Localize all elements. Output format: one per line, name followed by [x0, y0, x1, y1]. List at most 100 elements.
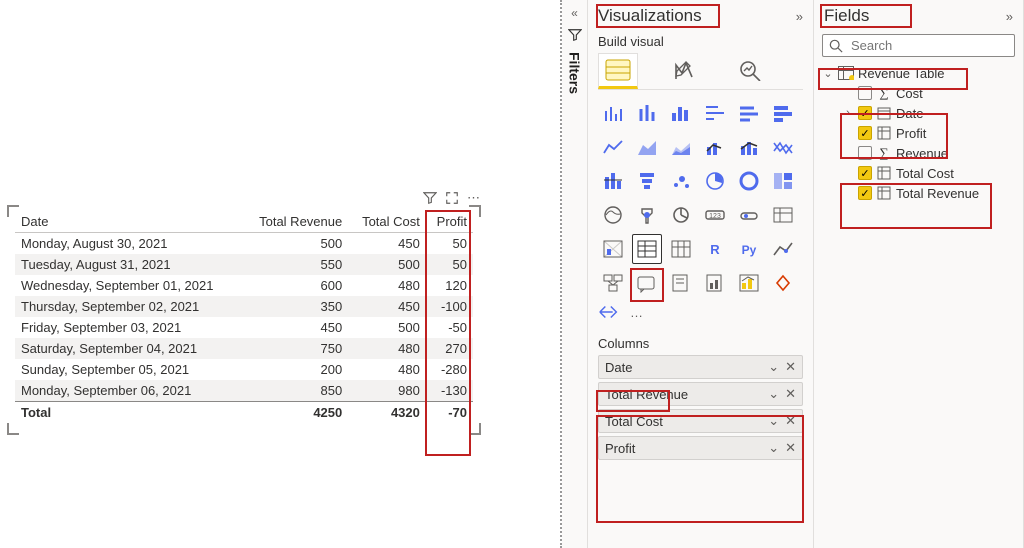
viz-type-item[interactable]	[598, 166, 628, 196]
viz-type-table[interactable]	[632, 234, 662, 264]
chevron-down-icon[interactable]: ⌄	[768, 359, 779, 375]
viz-type-item[interactable]	[768, 268, 798, 298]
collapse-fields-icon[interactable]: »	[1006, 9, 1013, 24]
remove-field-icon[interactable]: ✕	[785, 386, 796, 402]
field-checkbox[interactable]	[858, 86, 872, 100]
viz-type-item[interactable]	[734, 200, 764, 230]
viz-type-item[interactable]	[700, 166, 730, 196]
columns-well-item[interactable]: Total Cost⌄✕	[598, 409, 803, 433]
table-row[interactable]: Tuesday, August 31, 202155050050	[15, 254, 473, 275]
viz-type-item[interactable]	[734, 132, 764, 162]
remove-field-icon[interactable]: ✕	[785, 413, 796, 429]
expand-icon[interactable]: ›	[842, 107, 854, 119]
viz-type-item[interactable]	[666, 234, 696, 264]
viz-type-item[interactable]	[632, 268, 662, 298]
columns-well-item[interactable]: Date⌄✕	[598, 355, 803, 379]
viz-type-item[interactable]: 123	[700, 200, 730, 230]
table-row[interactable]: Thursday, September 02, 2021350450-100	[15, 296, 473, 317]
viz-type-item[interactable]	[632, 166, 662, 196]
table-row[interactable]: Friday, September 03, 2021450500-50	[15, 317, 473, 338]
viz-type-item[interactable]	[768, 166, 798, 196]
field-item[interactable]: ∑Revenue	[820, 143, 1017, 163]
viz-type-item[interactable]	[768, 132, 798, 162]
table-cell: 200	[242, 359, 348, 380]
col-header-date[interactable]: Date	[15, 211, 242, 233]
selection-handle[interactable]	[7, 423, 19, 435]
analytics-tab[interactable]	[730, 53, 770, 89]
selection-handle[interactable]	[7, 205, 19, 217]
format-visual-tab[interactable]	[664, 53, 704, 89]
field-item[interactable]: ∑Cost	[820, 83, 1017, 103]
viz-type-item[interactable]	[768, 234, 798, 264]
report-canvas[interactable]: ⋯ Date Total Revenue Total Cost Profit	[0, 0, 562, 548]
viz-type-item[interactable]	[666, 166, 696, 196]
table-row[interactable]: Monday, August 30, 202150045050	[15, 233, 473, 255]
viz-type-item[interactable]	[666, 98, 696, 128]
viz-type-item[interactable]	[768, 98, 798, 128]
collapse-viz-icon[interactable]: »	[796, 9, 803, 24]
build-visual-tab[interactable]	[598, 53, 638, 89]
viz-type-item[interactable]	[666, 268, 696, 298]
field-checkbox[interactable]: ✓	[858, 106, 872, 120]
field-item[interactable]: ✓Profit	[820, 123, 1017, 143]
expand-icon[interactable]: ⌄	[822, 67, 834, 80]
remove-field-icon[interactable]: ✕	[785, 440, 796, 456]
field-item[interactable]: ›✓Date	[820, 103, 1017, 123]
search-icon	[829, 39, 843, 53]
focus-mode-icon[interactable]	[444, 190, 460, 206]
field-checkbox[interactable]: ✓	[858, 186, 872, 200]
fields-search[interactable]	[822, 34, 1015, 57]
table-row[interactable]: Wednesday, September 01, 2021600480120	[15, 275, 473, 296]
viz-type-item[interactable]	[734, 98, 764, 128]
table-row[interactable]: Sunday, September 05, 2021200480-280	[15, 359, 473, 380]
columns-well-item[interactable]: Total Revenue ⌄ ✕	[598, 382, 803, 406]
filter-icon[interactable]	[422, 190, 438, 206]
filters-pane-collapsed[interactable]: « Filters	[562, 0, 588, 548]
viz-type-item[interactable]	[598, 98, 628, 128]
viz-type-item[interactable]	[734, 166, 764, 196]
viz-type-item[interactable]	[632, 200, 662, 230]
chevron-down-icon[interactable]: ⌄	[768, 386, 779, 402]
table-row[interactable]: Monday, September 06, 2021850980-130	[15, 380, 473, 402]
field-checkbox[interactable]	[858, 146, 872, 160]
col-header-profit[interactable]: Profit	[426, 211, 473, 233]
more-options-icon[interactable]: ⋯	[466, 190, 482, 206]
field-checkbox[interactable]: ✓	[858, 166, 872, 180]
chevron-down-icon[interactable]: ⌄	[768, 413, 779, 429]
remove-field-icon[interactable]: ✕	[785, 359, 796, 375]
viz-type-item[interactable]	[632, 132, 662, 162]
col-header-total-cost[interactable]: Total Cost	[348, 211, 426, 233]
col-header-total-revenue[interactable]: Total Revenue	[242, 211, 348, 233]
viz-type-item[interactable]	[598, 132, 628, 162]
sigma-icon: ∑	[876, 85, 892, 101]
viz-type-item[interactable]: Py	[734, 234, 764, 264]
table-row[interactable]: Saturday, September 04, 2021750480270	[15, 338, 473, 359]
viz-type-item[interactable]	[632, 98, 662, 128]
field-item[interactable]: ✓Total Cost	[820, 163, 1017, 183]
viz-type-item[interactable]	[700, 98, 730, 128]
viz-type-item[interactable]	[700, 268, 730, 298]
viz-type-item[interactable]	[598, 200, 628, 230]
more-visuals-icon[interactable]	[598, 304, 620, 320]
viz-type-item[interactable]	[666, 200, 696, 230]
more-options-icon[interactable]: …	[630, 305, 644, 320]
columns-well-item[interactable]: Profit⌄✕	[598, 436, 803, 460]
selection-handle[interactable]	[469, 423, 481, 435]
chevron-down-icon[interactable]: ⌄	[768, 440, 779, 456]
viz-type-item[interactable]	[700, 132, 730, 162]
field-checkbox[interactable]: ✓	[858, 126, 872, 140]
table-cell: 480	[348, 275, 426, 296]
selection-handle[interactable]	[469, 205, 481, 217]
well-item-label: Total Revenue	[605, 387, 688, 402]
search-input[interactable]	[849, 37, 1024, 54]
viz-type-item[interactable]	[666, 132, 696, 162]
table-visual[interactable]: Date Total Revenue Total Cost Profit Mon…	[10, 208, 478, 432]
viz-type-item[interactable]	[768, 200, 798, 230]
viz-type-item[interactable]: R	[700, 234, 730, 264]
fields-table-node[interactable]: ⌄ Revenue Table	[820, 63, 1017, 83]
viz-type-item[interactable]	[598, 234, 628, 264]
field-item[interactable]: ✓Total Revenue	[820, 183, 1017, 203]
expand-filters-icon[interactable]: «	[571, 6, 578, 20]
viz-type-item[interactable]	[598, 268, 628, 298]
viz-type-item[interactable]	[734, 268, 764, 298]
